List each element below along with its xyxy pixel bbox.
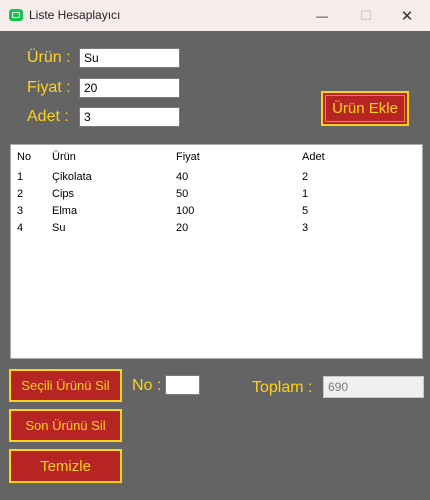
maximize-icon: ☐ [360,7,372,23]
cell-adet: 5 [302,205,309,217]
urun-input[interactable] [79,48,180,68]
cell-adet: 3 [302,222,309,234]
temizle-button[interactable]: Temizle [9,449,122,483]
close-icon: ✕ [400,7,414,25]
son-urunu-sil-label: Son Ürünü Sil [25,418,106,433]
cell-no: 2 [17,188,24,200]
maximize-button[interactable]: ☐ [343,0,389,31]
cell-urun: Su [52,222,66,234]
minimize-button[interactable]: — [299,0,345,31]
list-row[interactable]: 2 Cips 50 1 [11,188,422,204]
column-header-fiyat[interactable]: Fiyat [176,151,200,163]
cell-adet: 1 [302,188,309,200]
temizle-label: Temizle [40,457,91,475]
urun-ekle-button[interactable]: Ürün Ekle [321,91,409,126]
adet-input[interactable] [79,107,180,127]
app-icon [9,9,23,21]
fiyat-label: Fiyat : [27,79,71,96]
column-header-adet[interactable]: Adet [302,151,325,163]
urun-label: Ürün : [27,49,71,66]
son-urunu-sil-button[interactable]: Son Ürünü Sil [9,409,122,442]
cell-adet: 2 [302,171,309,183]
column-header-no[interactable]: No [17,151,31,163]
list-row[interactable]: 4 Su 20 3 [11,222,422,238]
close-button[interactable]: ✕ [384,0,430,31]
list-row[interactable]: 1 Çikolata 40 2 [11,171,422,187]
cell-fiyat: 20 [176,222,189,234]
toplam-label: Toplam : [252,379,313,396]
cell-fiyat: 40 [176,171,189,183]
adet-label: Adet : [27,108,69,125]
cell-no: 4 [17,222,24,234]
cell-urun: Cips [52,188,75,200]
list-row[interactable]: 3 Elma 100 5 [11,205,422,221]
no-label: No : [132,377,162,394]
minimize-icon: — [316,8,328,23]
cell-no: 3 [17,205,24,217]
cell-fiyat: 50 [176,188,189,200]
secili-urunu-sil-button[interactable]: Seçili Ürünü Sil [9,369,122,402]
window-title: Liste Hesaplayıcı [29,8,121,22]
product-list[interactable]: No Ürün Fiyat Adet 1 Çikolata 40 2 2 Cip… [10,144,423,359]
list-header: No Ürün Fiyat Adet [11,151,422,167]
no-input[interactable] [165,375,200,395]
cell-urun: Çikolata [52,171,92,183]
title-bar: Liste Hesaplayıcı — ☐ ✕ [0,0,430,31]
cell-no: 1 [17,171,24,183]
cell-fiyat: 100 [176,205,195,217]
column-header-urun[interactable]: Ürün [52,151,76,163]
fiyat-input[interactable] [79,78,180,98]
secili-urunu-sil-label: Seçili Ürünü Sil [21,378,110,393]
cell-urun: Elma [52,205,78,217]
toplam-field [323,376,424,398]
button-focus-border [325,95,405,122]
